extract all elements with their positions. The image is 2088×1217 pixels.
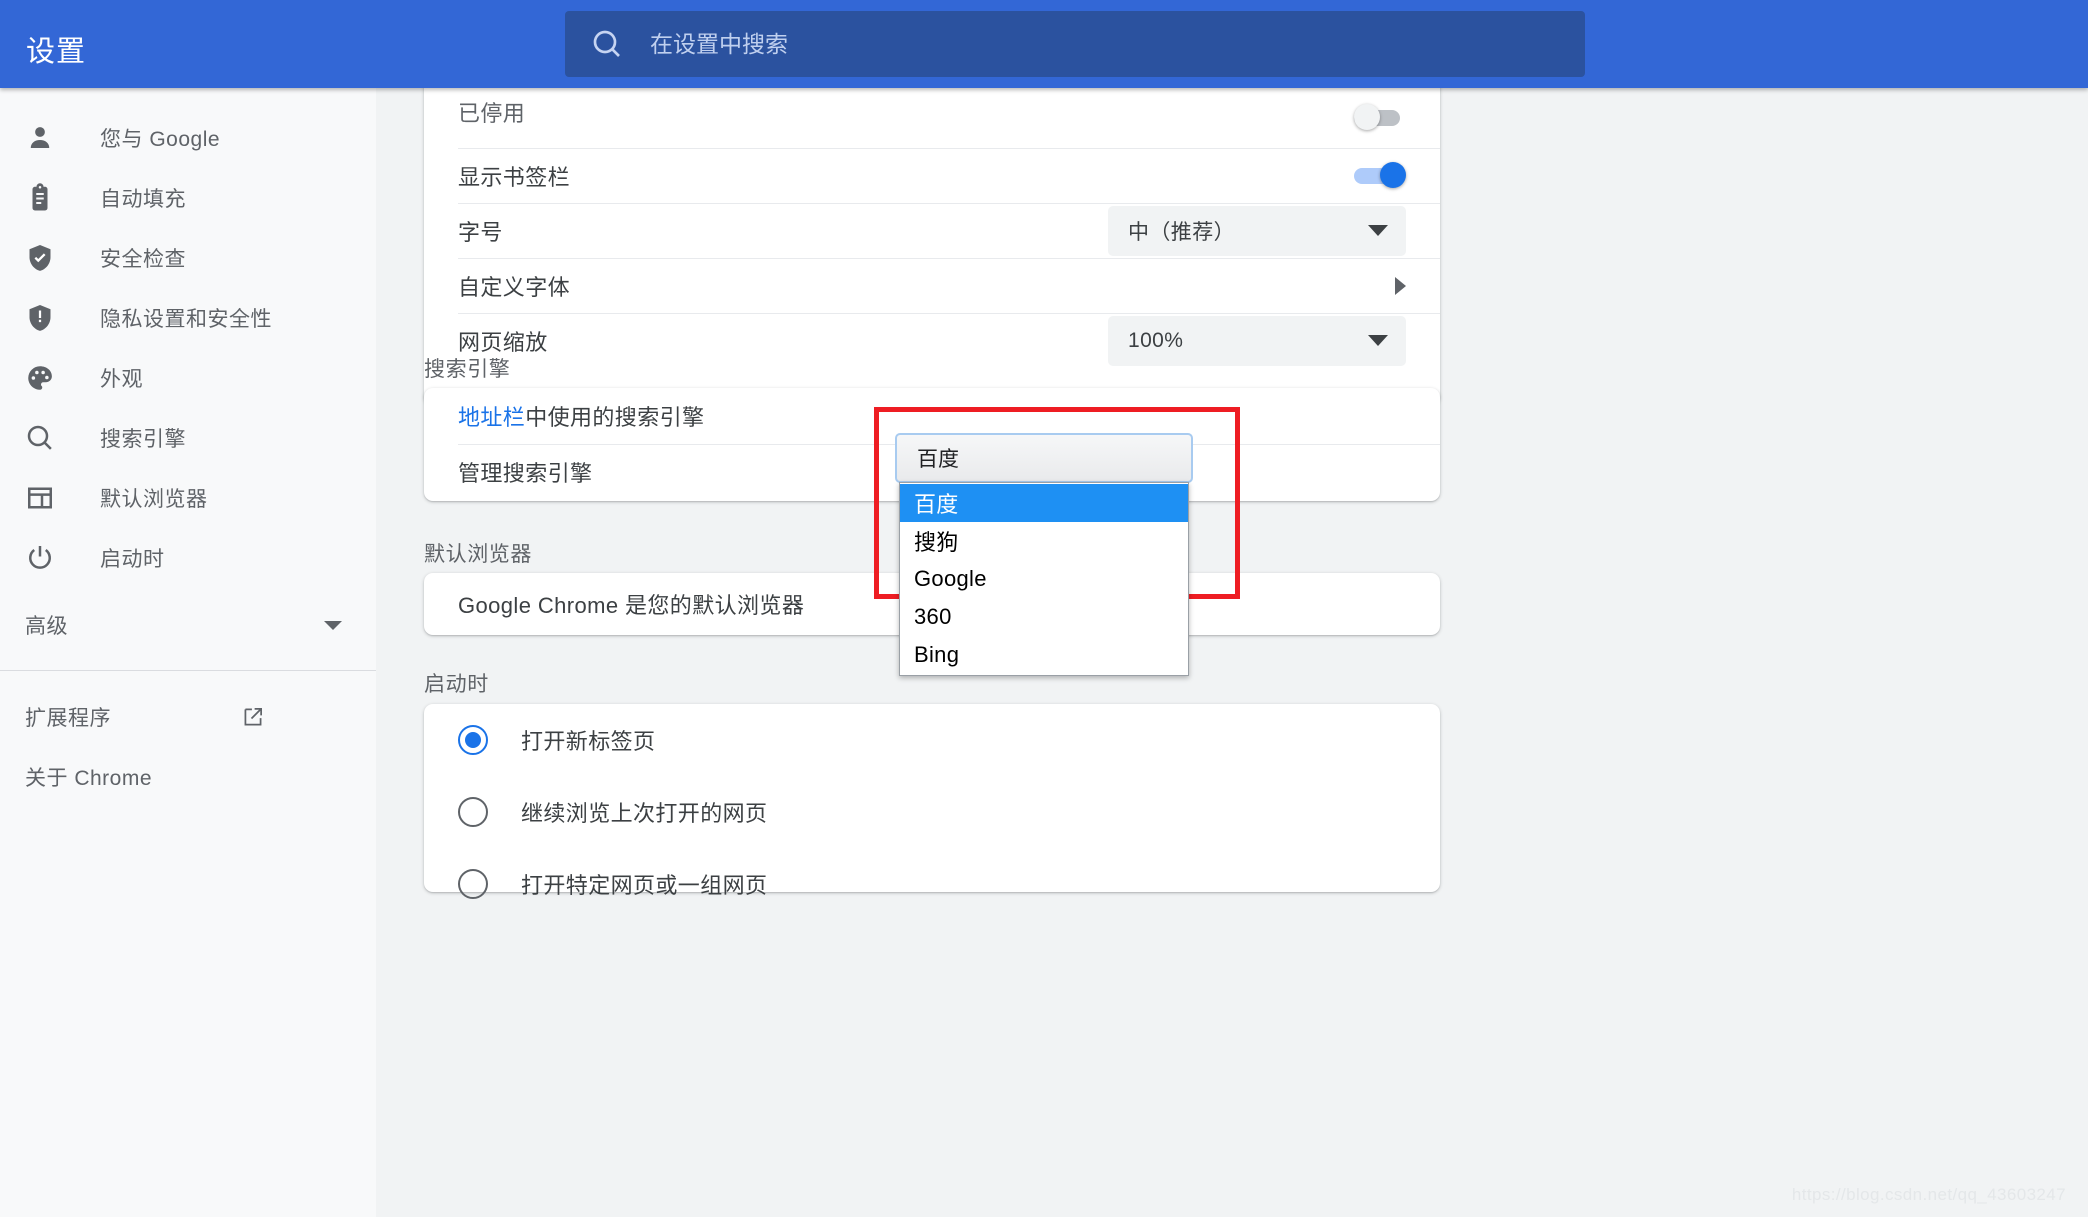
page-zoom-value: 100%	[1128, 328, 1184, 352]
power-icon	[29, 546, 51, 569]
row-label: 管理搜索引擎	[458, 461, 593, 486]
radio-icon[interactable]	[458, 869, 488, 899]
sidebar-item-label: 隐私设置和安全性	[100, 308, 272, 331]
appearance-row-customize-fonts[interactable]: 自定义字体	[424, 258, 1440, 313]
sidebar-item-label: 您与 Google	[100, 128, 221, 151]
row-label: 显示书签栏	[458, 164, 571, 190]
search-engine-option-360[interactable]: 360	[900, 598, 1188, 636]
watermark-text: https://blog.csdn.net/qq_43603247	[1791, 1185, 2066, 1204]
external-link-icon	[244, 708, 262, 726]
show-bookmarks-bar-toggle[interactable]	[1354, 161, 1406, 188]
sidebar-item-safety-check[interactable]: 安全检查	[0, 228, 376, 288]
row-label-rest: 中使用的搜索引擎	[525, 405, 705, 430]
default-search-engine-value: 百度	[917, 448, 959, 471]
sidebar-item-label: 启动时	[100, 548, 165, 571]
sidebar-item-label: 自动填充	[100, 188, 186, 211]
clipboard-icon	[32, 183, 48, 211]
font-size-select[interactable]: 中（推荐）	[1108, 205, 1406, 256]
sidebar-item-label: 关于 Chrome	[25, 767, 153, 790]
sidebar-footer-group: 扩展程序 关于 Chrome	[0, 671, 376, 807]
theme-toggle[interactable]	[1354, 104, 1406, 130]
sidebar-item-on-startup[interactable]: 启动时	[0, 528, 376, 588]
startup-section-title: 启动时	[424, 673, 489, 696]
search-engine-option-sogou[interactable]: 搜狗	[900, 522, 1188, 560]
sidebar-item-label: 默认浏览器	[100, 488, 208, 511]
default-search-engine-select[interactable]: 百度	[895, 433, 1193, 483]
startup-option-new-tab[interactable]: 打开新标签页	[424, 704, 1440, 776]
chevron-right-icon	[1395, 276, 1406, 295]
row-label: 网页缩放	[458, 329, 548, 355]
chevron-down-icon	[1368, 225, 1388, 236]
search-input[interactable]	[650, 30, 1500, 58]
search-engine-option-google[interactable]: Google	[900, 560, 1188, 598]
default-browser-status-text: Google Chrome 是您的默认浏览器	[458, 593, 805, 618]
radio-icon[interactable]	[458, 725, 488, 755]
sidebar-item-default-browser[interactable]: 默认浏览器	[0, 468, 376, 528]
sidebar-item-about-chrome[interactable]: 关于 Chrome	[0, 747, 376, 807]
sidebar-item-label: 扩展程序	[25, 707, 111, 730]
chevron-down-icon	[1368, 335, 1388, 346]
appearance-row-font-size[interactable]: 字号 中（推荐）	[424, 203, 1440, 258]
startup-option-label: 打开新标签页	[521, 729, 656, 754]
search-engine-option-bing[interactable]: Bing	[900, 636, 1188, 674]
startup-card: 打开新标签页 继续浏览上次打开的网页 打开特定网页或一组网页	[424, 704, 1440, 899]
app-header: 设置	[0, 0, 2088, 88]
sidebar-item-advanced[interactable]: 高级	[0, 594, 376, 656]
person-icon	[30, 127, 50, 148]
sidebar-item-label: 安全检查	[100, 248, 186, 271]
search-engine-option-baidu[interactable]: 百度	[900, 484, 1188, 522]
sidebar-advanced-label: 高级	[25, 615, 68, 638]
appearance-row-disabled[interactable]: 已停用	[424, 88, 1440, 148]
page-title: 设置	[26, 36, 87, 68]
sidebar-item-privacy-security[interactable]: 隐私设置和安全性	[0, 288, 376, 348]
startup-option-specific-pages[interactable]: 打开特定网页或一组网页	[424, 848, 1440, 920]
startup-option-label: 打开特定网页或一组网页	[521, 873, 768, 898]
default-search-engine-dropdown[interactable]: 百度 百度 搜狗 Google 360 Bing	[895, 433, 1193, 676]
startup-option-label: 继续浏览上次打开的网页	[521, 801, 768, 826]
toggle-knob	[1354, 104, 1380, 130]
sidebar-item-autofill[interactable]: 自动填充	[0, 168, 376, 228]
browser-window-icon	[28, 487, 52, 509]
radio-icon[interactable]	[458, 797, 488, 827]
row-label: 已停用	[458, 101, 526, 126]
chevron-down-icon	[324, 620, 342, 630]
search-icon	[27, 425, 52, 450]
font-size-value: 中（推荐）	[1128, 220, 1235, 244]
default-browser-section-title: 默认浏览器	[424, 543, 532, 566]
search-engine-section-title: 搜索引擎	[424, 358, 511, 381]
shield-icon	[29, 305, 51, 331]
row-label: 字号	[458, 219, 503, 245]
row-label: 自定义字体	[458, 274, 571, 300]
shield-check-icon	[29, 245, 51, 271]
default-search-engine-option-list[interactable]: 百度 搜狗 Google 360 Bing	[899, 482, 1189, 676]
page-zoom-select[interactable]: 100%	[1108, 315, 1406, 366]
appearance-card: 已停用 显示书签栏 字号 中（推荐） 自定义字体 网页缩放 100%	[424, 88, 1440, 405]
sidebar-item-label: 外观	[100, 368, 143, 391]
settings-search-bar[interactable]	[565, 11, 1585, 77]
startup-option-continue[interactable]: 继续浏览上次打开的网页	[424, 776, 1440, 848]
settings-main-content: 已停用 显示书签栏 字号 中（推荐） 自定义字体 网页缩放 100% 搜索引擎 …	[376, 88, 2088, 1217]
row-label: 地址栏中使用的搜索引擎	[458, 400, 704, 432]
sidebar-item-label: 搜索引擎	[100, 428, 186, 451]
sidebar-item-you-and-google[interactable]: 您与 Google	[0, 108, 376, 168]
appearance-row-page-zoom[interactable]: 网页缩放 100%	[424, 313, 1440, 368]
settings-sidebar: 您与 Google 自动填充 安全检查 隐私设置和安全性 外观 搜索引擎 默认浏…	[0, 88, 376, 1217]
address-bar-link[interactable]: 地址栏	[458, 405, 525, 430]
sidebar-item-extensions[interactable]: 扩展程序	[0, 687, 376, 747]
sidebar-item-appearance[interactable]: 外观	[0, 348, 376, 408]
toggle-knob	[1380, 161, 1406, 188]
sidebar-primary-group: 您与 Google 自动填充 安全检查 隐私设置和安全性 外观 搜索引擎 默认浏…	[0, 88, 376, 588]
search-icon	[593, 30, 620, 57]
appearance-row-show-bookmarks-bar[interactable]: 显示书签栏	[424, 148, 1440, 203]
palette-icon	[28, 366, 52, 390]
sidebar-item-search-engine[interactable]: 搜索引擎	[0, 408, 376, 468]
